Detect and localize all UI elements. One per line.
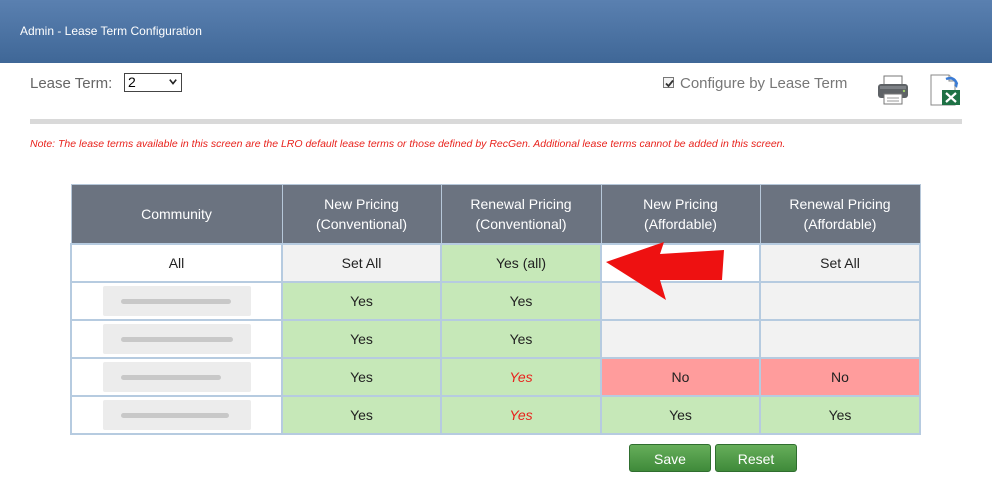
toggle-cell[interactable]: Yes: [281, 281, 442, 321]
toggle-cell[interactable]: [759, 319, 921, 359]
chevron-down-icon: [169, 79, 177, 85]
checkmark-icon: [665, 79, 674, 88]
table-row-all: All Set All Yes (all) Set All: [70, 243, 921, 283]
toggle-cell[interactable]: Yes: [440, 319, 602, 359]
lease-term-label: Lease Term:: [30, 75, 113, 92]
community-name-redacted: [70, 281, 283, 321]
lease-pricing-table: Community New Pricing (Conventional) Rene…: [70, 184, 921, 435]
toggle-cell[interactable]: No: [600, 357, 761, 397]
toggle-cell[interactable]: Yes: [440, 357, 602, 397]
divider: [30, 119, 962, 124]
set-all-renewal-conventional-button[interactable]: Yes (all): [440, 243, 602, 283]
community-name-redacted: [70, 357, 283, 397]
toggle-cell[interactable]: Yes: [600, 395, 761, 435]
lease-term-select[interactable]: 2: [124, 73, 182, 92]
set-all-new-conventional-button[interactable]: Set All: [281, 243, 442, 283]
configure-by-lease-term-checkbox[interactable]: [663, 77, 674, 88]
save-button[interactable]: Save: [629, 444, 711, 472]
set-all-renewal-affordable-button[interactable]: Set All: [759, 243, 921, 283]
column-header-new-pricing-affordable: New Pricing (Affordable): [600, 184, 761, 245]
toggle-cell[interactable]: [759, 281, 921, 321]
table-row: Yes Yes: [70, 319, 921, 359]
table-row: Yes Yes: [70, 281, 921, 321]
lease-term-value: 2: [128, 74, 136, 90]
toggle-cell[interactable]: [600, 319, 761, 359]
page-header: Admin - Lease Term Configuration: [0, 0, 992, 63]
reset-button[interactable]: Reset: [715, 444, 797, 472]
printer-icon[interactable]: [876, 74, 910, 106]
toggle-cell[interactable]: Yes: [281, 357, 442, 397]
toggle-cell[interactable]: Yes: [759, 395, 921, 435]
column-header-renewal-pricing-affordable: Renewal Pricing (Affordable): [759, 184, 921, 245]
column-header-renewal-pricing-conventional: Renewal Pricing (Conventional): [440, 184, 602, 245]
community-name-redacted: [70, 395, 283, 435]
note-text: Note: The lease terms available in this …: [30, 138, 786, 150]
toggle-cell[interactable]: Yes: [440, 395, 602, 435]
table-row: Yes Yes Yes Yes: [70, 395, 921, 435]
toggle-cell[interactable]: Yes: [281, 395, 442, 435]
table-row: Yes Yes No No: [70, 357, 921, 397]
community-name-redacted: [70, 319, 283, 359]
column-header-new-pricing-conventional: New Pricing (Conventional): [281, 184, 442, 245]
toggle-cell[interactable]: Yes: [440, 281, 602, 321]
table-header-row: Community New Pricing (Conventional) Rene…: [70, 184, 921, 245]
column-header-community: Community: [70, 184, 283, 245]
excel-export-icon[interactable]: [928, 73, 962, 107]
community-all-cell: All: [70, 243, 283, 283]
toggle-cell[interactable]: Yes: [281, 319, 442, 359]
toggle-cell[interactable]: No: [759, 357, 921, 397]
configure-by-lease-term-label: Configure by Lease Term: [680, 75, 848, 92]
red-arrow-annotation: [606, 242, 724, 300]
page-title: Admin - Lease Term Configuration: [20, 24, 202, 38]
